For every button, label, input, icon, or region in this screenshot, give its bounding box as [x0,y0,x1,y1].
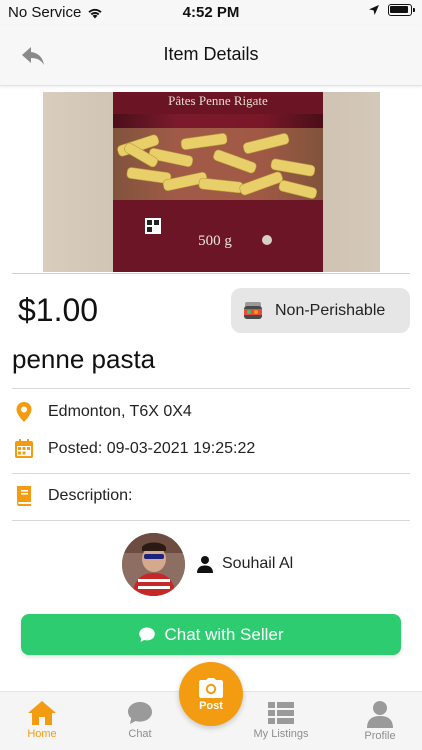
category-label: Non-Perishable [275,301,386,319]
description-row: Description: [12,484,132,508]
chat-with-seller-button[interactable]: Chat with Seller [21,614,401,655]
item-price: $1.00 [18,292,99,328]
book-icon [17,486,31,506]
location-row: Edmonton, T6X 0X4 [12,400,192,424]
list-icon [268,702,294,724]
post-button[interactable]: Post [179,662,243,726]
product-photo: Pâtes Penne Rigate 500 g [43,92,380,272]
item-title: penne pasta [12,344,156,374]
seller-name: Souhail Al [222,555,294,572]
divider [12,388,410,389]
avatar-photo [122,533,185,596]
tab-my-listings-label: My Listings [253,728,309,740]
image-divider [12,273,410,274]
tab-home[interactable]: Home [0,700,84,740]
canned-food-icon [244,301,262,319]
tab-profile[interactable]: Profile [338,700,422,742]
package-weight: 500 g [198,233,232,249]
person-icon [197,556,213,573]
posted-date: Posted: 09-03-2021 19:25:22 [48,440,256,457]
category-badge: Non-Perishable [231,288,410,333]
location-pin-icon [16,402,32,422]
camera-icon [199,677,223,698]
pasta-package-image: Pâtes Penne Rigate 500 g [43,92,380,272]
chat-button-label: Chat with Seller [164,624,284,644]
tab-my-listings[interactable]: My Listings [239,700,323,740]
location-arrow-icon [369,5,379,15]
home-icon [28,701,56,725]
chat-bubble-icon [139,627,156,642]
seller-info: Souhail Al [196,555,293,573]
status-time: 4:52 PM [182,4,240,21]
tab-profile-label: Profile [364,730,396,742]
location-text: Edmonton, T6X 0X4 [48,403,192,420]
tab-home-label: Home [27,728,57,740]
divider [12,520,410,521]
chat-bubble-icon [128,702,152,724]
package-label: Pâtes Penne Rigate [168,93,268,108]
description-label: Description: [48,487,133,504]
tab-chat[interactable]: Chat [98,700,182,740]
calendar-icon [15,439,33,458]
nav-header: Item Details [0,26,422,86]
divider [12,473,410,474]
page-title: Item Details [163,44,259,64]
posted-row: Posted: 09-03-2021 19:25:22 [12,437,255,461]
post-button-label: Post [199,699,223,712]
battery-icon [388,4,415,16]
status-indicators [368,4,415,16]
status-bar: No Service 4:52 PM [0,0,422,26]
person-icon [367,701,393,728]
seller-avatar[interactable] [122,533,185,596]
tab-chat-label: Chat [128,728,152,740]
